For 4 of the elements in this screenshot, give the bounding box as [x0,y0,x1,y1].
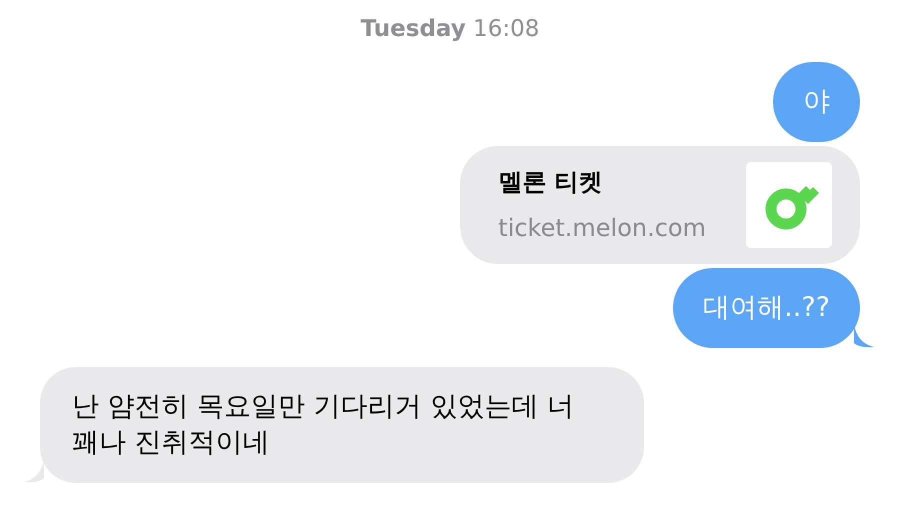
message-bubble: 야 [773,62,860,142]
timestamp: Tuesday 16:08 [360,16,540,42]
link-preview[interactable]: 멜론 티켓 ticket.melon.com [460,146,860,264]
ticket-logo-icon [746,162,832,248]
